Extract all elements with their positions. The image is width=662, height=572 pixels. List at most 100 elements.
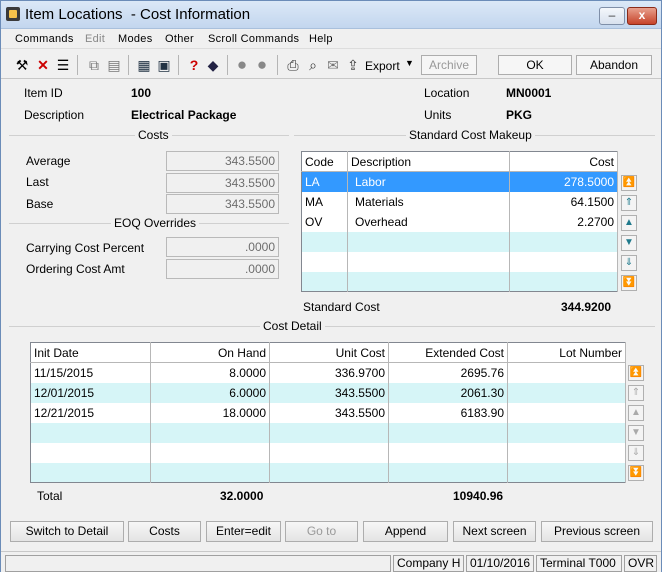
units-value: PKG (506, 108, 533, 122)
column-header-unit-cost: Unit Cost (269, 342, 389, 363)
list-icon[interactable]: ☰ (54, 56, 72, 74)
calculator-icon[interactable]: ▦ (135, 56, 153, 74)
append-button[interactable]: Append (363, 521, 448, 542)
column-header-lot-number: Lot Number (507, 342, 626, 363)
table-row-empty[interactable] (301, 251, 618, 272)
cell-on-hand: 8.0000 (150, 362, 270, 383)
book-icon[interactable]: ◆ (204, 56, 222, 74)
table-row-empty[interactable] (30, 442, 626, 463)
calendar-icon[interactable]: ▣ (155, 56, 173, 74)
export-menu[interactable]: Export (365, 59, 400, 73)
table-row[interactable]: 12/01/2015 6.0000 343.5500 2061.30 (30, 382, 626, 403)
delete-icon[interactable]: ✕ (34, 56, 52, 74)
table-row-empty[interactable] (301, 231, 618, 252)
cell-description: Overhead (347, 211, 510, 232)
minimize-button[interactable]: – (599, 7, 625, 25)
table-row[interactable]: 11/15/2015 8.0000 336.9700 2695.76 (30, 362, 626, 383)
scroll-down-icon[interactable]: ▼ (628, 425, 644, 441)
scroll-page-down-icon[interactable]: ⇓ (628, 445, 644, 461)
total-label: Total (37, 489, 63, 503)
switch-to-detail-button[interactable]: Switch to Detail (10, 521, 124, 542)
status-terminal: Terminal T000 (536, 555, 622, 572)
email-icon[interactable]: ✉ (324, 56, 342, 74)
print-preview-icon[interactable]: ⌕ (304, 56, 322, 74)
makeup-title: Standard Cost Makeup (406, 128, 535, 142)
cell-extended-cost: 6183.90 (388, 402, 508, 423)
detail-title: Cost Detail (260, 319, 325, 333)
table-row[interactable]: OV Overhead 2.2700 (301, 211, 618, 232)
table-row-empty[interactable] (301, 271, 618, 292)
item-locations-window: Item Locations - Cost Information – x Co… (0, 0, 662, 572)
close-button[interactable]: x (627, 7, 657, 25)
standard-cost-label: Standard Cost (303, 300, 380, 314)
export-icon[interactable]: ⇪ (344, 56, 362, 74)
menu-edit[interactable]: Edit (85, 33, 105, 45)
window-title: Item Locations - Cost Information (25, 6, 251, 23)
status-company: Company H (393, 555, 464, 572)
table-row[interactable]: LA Labor 278.5000 (301, 171, 618, 192)
cell-cost: 2.2700 (509, 211, 618, 232)
table-row-empty[interactable] (30, 462, 626, 483)
costs-title: Costs (135, 128, 172, 142)
last-field: 343.5500 (166, 173, 279, 193)
item-id-label: Item ID (24, 86, 63, 100)
cell-code: LA (301, 171, 348, 192)
scroll-page-up-icon[interactable]: ⇑ (621, 195, 637, 211)
status-message (5, 555, 391, 572)
chevron-down-icon[interactable]: ▼ (405, 58, 414, 68)
archive-button[interactable]: Archive (421, 55, 477, 75)
ok-button[interactable]: OK (498, 55, 572, 75)
table-row[interactable]: 12/21/2015 18.0000 343.5500 6183.90 (30, 402, 626, 423)
paste-icon[interactable]: ▤ (105, 56, 123, 74)
print-icon[interactable]: ⎙ (284, 56, 302, 74)
cell-on-hand: 18.0000 (150, 402, 270, 423)
table-row-empty[interactable] (30, 422, 626, 443)
title-bar: Item Locations - Cost Information – x (1, 1, 661, 29)
menu-modes[interactable]: Modes (118, 33, 153, 45)
menu-commands[interactable]: Commands (15, 33, 74, 45)
scroll-up-icon[interactable]: ▲ (628, 405, 644, 421)
scroll-bottom-icon[interactable]: ⏬ (621, 275, 637, 291)
cell-lot-number (507, 382, 626, 403)
scroll-page-up-icon[interactable]: ⇑ (628, 385, 644, 401)
menu-other[interactable]: Other (165, 33, 194, 45)
go-to-button[interactable]: Go to (285, 521, 358, 542)
cell-description: Labor (347, 171, 510, 192)
status-date: 01/10/2016 (466, 555, 534, 572)
cell-extended-cost: 2061.30 (388, 382, 508, 403)
description-label: Description (24, 108, 85, 122)
base-label: Base (26, 197, 54, 211)
base-field: 343.5500 (166, 194, 279, 214)
toolbar-separator (178, 55, 179, 75)
tools-icon[interactable]: ⚒ (13, 56, 31, 74)
costs-button[interactable]: Costs (128, 521, 201, 542)
next-screen-button[interactable]: Next screen (453, 521, 536, 542)
cell-cost: 64.1500 (509, 191, 618, 212)
column-header-description: Description (347, 151, 510, 172)
table-row[interactable]: MA Materials 64.1500 (301, 191, 618, 212)
column-header-init-date: Init Date (30, 342, 151, 363)
cell-code: OV (301, 211, 348, 232)
menu-scroll-commands[interactable]: Scroll Commands (208, 33, 299, 45)
scroll-page-down-icon[interactable]: ⇓ (621, 255, 637, 271)
detail-header-row: Init Date On Hand Unit Cost Extended Cos… (30, 342, 626, 363)
abandon-button[interactable]: Abandon (576, 55, 652, 75)
total-on-hand: 32.0000 (220, 489, 264, 503)
cost-detail-table: Init Date On Hand Unit Cost Extended Cos… (30, 342, 626, 483)
cell-code: MA (301, 191, 348, 212)
cell-init-date: 12/01/2015 (30, 382, 151, 403)
scroll-down-icon[interactable]: ▼ (621, 235, 637, 251)
menu-help[interactable]: Help (309, 33, 333, 45)
scroll-up-icon[interactable]: ▲ (621, 215, 637, 231)
back-icon[interactable]: ● (233, 56, 251, 74)
enter-edit-button[interactable]: Enter=edit (206, 521, 281, 542)
average-field: 343.5500 (166, 151, 279, 171)
help-icon[interactable]: ? (185, 56, 203, 74)
copy-icon[interactable]: ⧉ (85, 56, 103, 74)
scroll-top-icon[interactable]: ⏫ (628, 365, 644, 381)
scroll-top-icon[interactable]: ⏫ (621, 175, 637, 191)
previous-screen-button[interactable]: Previous screen (541, 521, 653, 542)
forward-icon[interactable]: ● (253, 56, 271, 74)
units-label: Units (424, 108, 452, 122)
scroll-bottom-icon[interactable]: ⏬ (628, 465, 644, 481)
